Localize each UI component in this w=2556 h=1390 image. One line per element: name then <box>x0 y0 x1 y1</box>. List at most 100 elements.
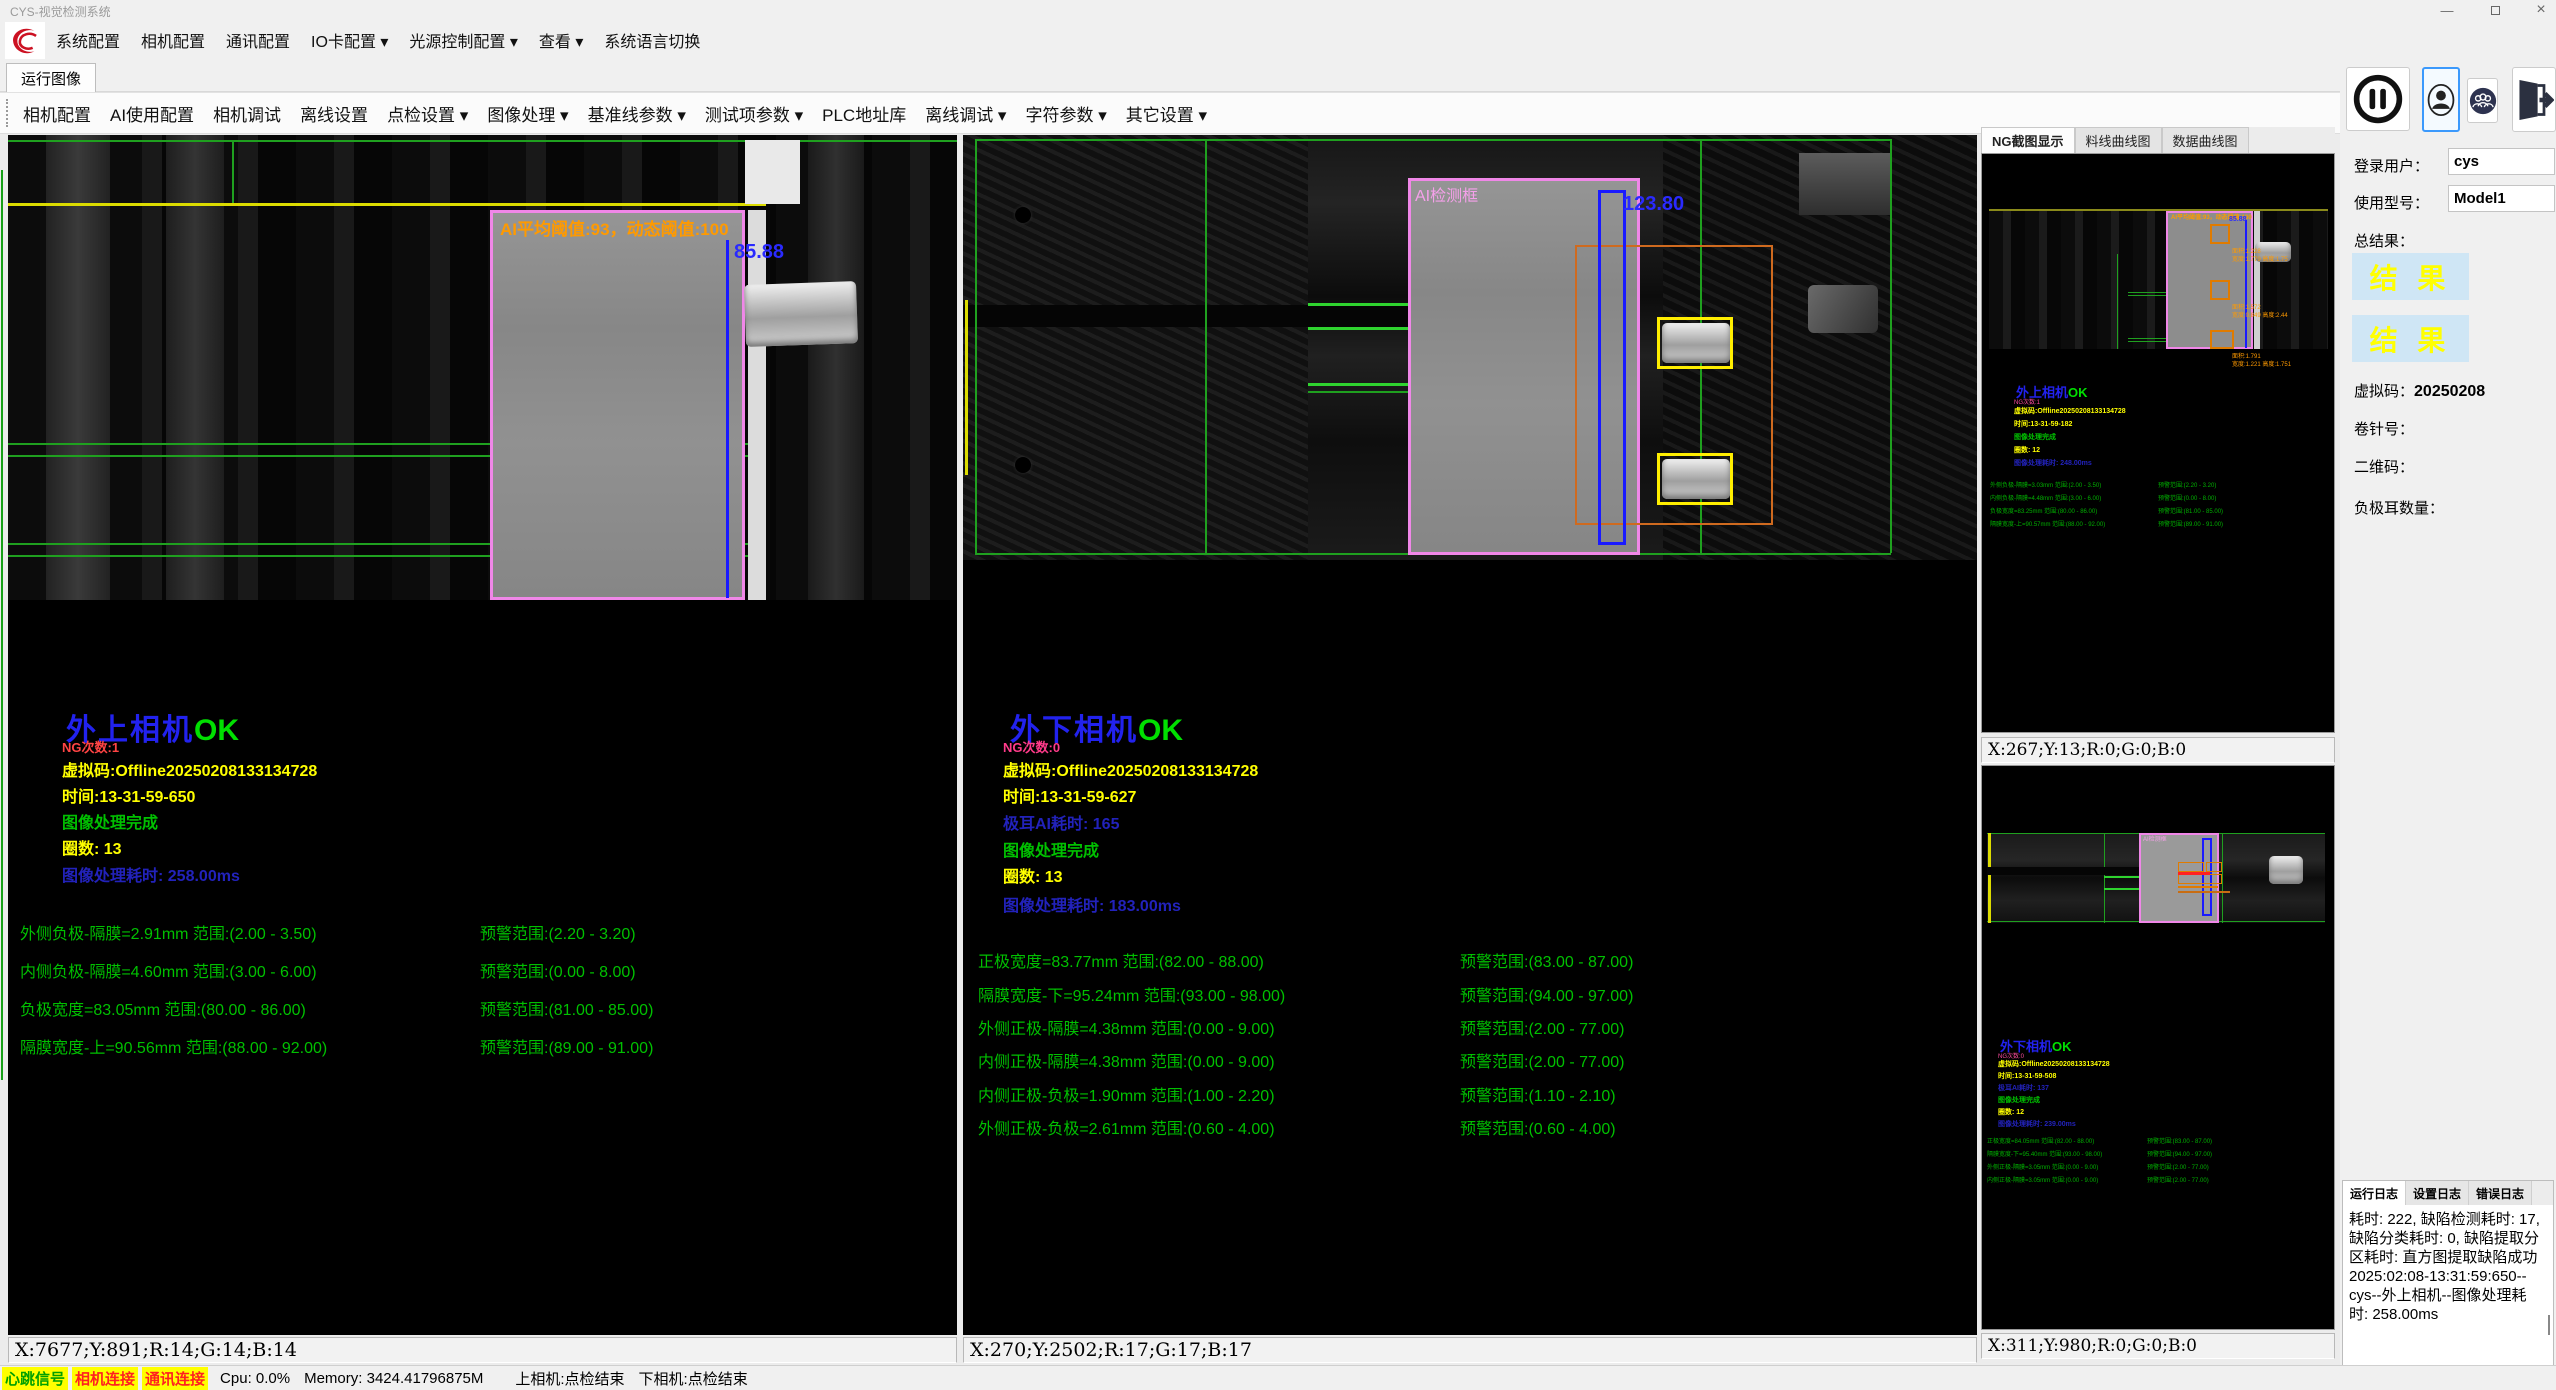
logout-button[interactable] <box>2512 67 2556 132</box>
toolbar-image-processing[interactable]: 图像处理 ▾ <box>487 101 568 126</box>
thumb2-tab-ai-time: 极耳AI耗时: 137 <box>1998 1083 2049 1093</box>
metal-blob-mini <box>2269 856 2303 884</box>
ng-thumbnail-upper[interactable]: AI平均阈值:93，动态阈值:100 85.88 面积:1.228 宽度:1.7… <box>1981 153 2335 733</box>
toolbar-camera-debug[interactable]: 相机调试 <box>213 101 281 126</box>
users-group-icon <box>2469 87 2497 115</box>
toolbar-spot-check-setting[interactable]: 点检设置 ▾ <box>387 101 468 126</box>
defect-box-mini <box>2210 224 2230 244</box>
yellow-tab-box <box>1657 317 1733 369</box>
ng-thumbnail-lower[interactable]: AI检测框 外下相机OK NG次数:0 虚拟码:Offline202502081… <box>1981 765 2335 1330</box>
defect-box-mini <box>2210 330 2234 349</box>
tab-ng-screenshot[interactable]: NG截图显示 <box>1981 127 2075 153</box>
menu-item-language-switch[interactable]: 系统语言切换 <box>604 28 700 52</box>
log-scrollbar[interactable] <box>2548 1315 2550 1335</box>
restore-button[interactable] <box>2478 0 2512 20</box>
machine-texture-left <box>963 135 1308 560</box>
close-button[interactable]: × <box>2524 0 2556 20</box>
process-time-text: 图像处理耗时: 183.00ms <box>1003 892 1181 916</box>
defect-label: 宽度:1.779 高度:1.75 <box>2232 254 2288 263</box>
measurement-text: 内侧正极-负极=1.90mm 范围:(1.00 - 2.20) <box>978 1088 1275 1105</box>
ai-box-label: AI检测框 <box>1415 182 1478 206</box>
toolbar-test-item-params[interactable]: 测试项参数 ▾ <box>705 101 803 126</box>
total-result-label: 总结果： <box>2354 230 2414 251</box>
camera-left-image[interactable]: AI平均阈值:93，动态阈值:100 85.88 <box>8 135 957 600</box>
toolbar-other-settings[interactable]: 其它设置 ▾ <box>1126 101 1207 126</box>
loop-count-text: 圈数: 13 <box>1003 863 1063 887</box>
toolbar-plc-address-lib[interactable]: PLC地址库 <box>822 101 906 126</box>
defect-box-mini <box>2178 874 2222 884</box>
thumb2-result: OK <box>2052 1039 2072 1054</box>
camera-left-coord-bar: X:7677;Y:891;R:14;G:14;B:14 <box>8 1337 957 1363</box>
thumb-measure-warn: 预警范围:(94.00 - 97.00) <box>2147 1149 2212 1158</box>
tab-ai-time-text: 极耳AI耗时: 165 <box>1003 810 1119 834</box>
toolbar-camera-config[interactable]: 相机配置 <box>23 101 91 126</box>
measurement-row: 负极宽度=83.05mm 范围:(80.00 - 86.00) 预警范围:(81… <box>20 996 960 1020</box>
green-guide-line <box>2222 833 2223 923</box>
tab-run-image[interactable]: 运行图像 <box>6 63 96 92</box>
orange-mark-mini <box>2178 891 2230 893</box>
red-mark-mini <box>2178 872 2210 875</box>
machine-highlight <box>1808 285 1878 333</box>
camera-link-badge: 相机连接 <box>72 1367 138 1390</box>
thumb-measure-warn: 预警范围:(89.00 - 91.00) <box>2158 519 2223 528</box>
bolt-hole <box>1015 207 1031 223</box>
user-button[interactable] <box>2422 67 2460 132</box>
thumb-measure-text: 内侧负极-隔膜=4.48mm 范围:(3.00 - 6.00) <box>1990 496 2101 502</box>
thumb1-result: OK <box>2068 385 2088 400</box>
blue-line-mini <box>2245 220 2247 348</box>
log-content[interactable]: 耗时: 222, 缺陷检测耗时: 17, 缺陷分类耗时: 0, 缺陷提取分区耗时… <box>2343 1205 2553 1367</box>
app-window: CYS-视觉检测系统 — × 系统配置 相机配置 通讯配置 IO卡配置 ▾ 光源… <box>0 0 2556 1390</box>
toolbar-offline-setting[interactable]: 离线设置 <box>300 101 368 126</box>
menu-item-light-control-config[interactable]: 光源控制配置 ▾ <box>409 28 517 52</box>
login-user-field[interactable]: cys <box>2448 148 2555 175</box>
coord-readout: X:7677;Y:891;R:14;G:14;B:14 <box>15 1339 297 1361</box>
measurement-row: 隔膜宽度-下=95.24mm 范围:(93.00 - 98.00) 预警范围:(… <box>978 982 1918 1006</box>
pause-icon <box>2351 72 2405 126</box>
thumb-measure-row: 隔膜宽度-下=95.40mm 范围:(93.00 - 98.00) 预警范围:(… <box>1987 1149 2102 1158</box>
tab-run-log[interactable]: 运行日志 <box>2343 1181 2406 1205</box>
electrode-region-box <box>490 210 745 600</box>
menu-item-view[interactable]: 查看 ▾ <box>539 28 583 52</box>
restore-icon <box>2491 6 2500 15</box>
bright-strip <box>748 210 766 600</box>
measurement-row: 内侧正极-负极=1.90mm 范围:(1.00 - 2.20) 预警范围:(1.… <box>978 1082 1918 1106</box>
cpu-usage-text: Cpu: 0.0% <box>220 1370 290 1387</box>
blue-measure-box <box>1598 190 1626 545</box>
coord-readout: X:311;Y:980;R:0;G:0;B:0 <box>1988 1336 2197 1356</box>
pause-button[interactable] <box>2346 67 2410 131</box>
thumb2-virtual-code: 虚拟码:Offline20250208133134728 <box>1998 1059 2110 1069</box>
toolbar-offline-debug[interactable]: 离线调试 ▾ <box>925 101 1006 126</box>
metal-tab-blob <box>1662 459 1730 499</box>
thumb-measure-warn: 预警范围:(2.00 - 77.00) <box>2147 1162 2209 1171</box>
result-text: 结 果 <box>2370 319 2452 359</box>
tab-data-curve[interactable]: 数据曲线图 <box>2162 127 2249 153</box>
thumb-measure-text: 正极宽度=84.05mm 范围:(82.00 - 88.00) <box>1987 1139 2094 1145</box>
menu-item-system-config[interactable]: 系统配置 <box>56 28 120 52</box>
users-button[interactable] <box>2467 78 2498 123</box>
measurement-row: 外侧正极-隔膜=4.38mm 范围:(0.00 - 9.00) 预警范围:(2.… <box>978 1015 1918 1039</box>
ng-count-text: NG次数:0 <box>1003 737 1060 756</box>
toolbar-char-params[interactable]: 字符参数 ▾ <box>1025 101 1106 126</box>
right-sidebar: 登录用户： cys 使用型号： Model1 总结果： 结 果 结 果 虚拟码：… <box>2340 20 2556 1365</box>
measurement-row: 内侧正极-隔膜=4.38mm 范围:(0.00 - 9.00) 预警范围:(2.… <box>978 1048 1918 1072</box>
measurement-text: 正极宽度=83.77mm 范围:(82.00 - 88.00) <box>978 954 1264 971</box>
model-field[interactable]: Model1 <box>2448 185 2555 212</box>
measurement-text: 外侧负极-隔膜=2.91mm 范围:(2.00 - 3.50) <box>20 926 317 943</box>
toolbar-baseline-params[interactable]: 基准线参数 ▾ <box>588 101 686 126</box>
thumb2-image: AI检测框 <box>1987 833 2325 923</box>
toolbar-ai-use-config[interactable]: AI使用配置 <box>110 101 194 126</box>
tab-line-curve[interactable]: 料线曲线图 <box>2075 127 2162 153</box>
defect-label: 宽度:0.849 高度:2.44 <box>2232 310 2288 319</box>
ng-count-text: NG次数:1 <box>62 737 119 756</box>
camera-mid-image[interactable]: AI检测框 123.80 <box>963 135 1977 560</box>
measurement-row: 隔膜宽度-上=90.56mm 范围:(88.00 - 92.00) 预警范围:(… <box>20 1034 960 1058</box>
menu-item-io-card-config[interactable]: IO卡配置 ▾ <box>311 28 388 52</box>
minimize-button[interactable]: — <box>2430 0 2464 20</box>
menu-item-comm-config[interactable]: 通讯配置 <box>226 28 290 52</box>
measurement-row: 外侧负极-隔膜=2.91mm 范围:(2.00 - 3.50) 预警范围:(2.… <box>20 920 960 944</box>
olive-line <box>1989 209 2328 211</box>
tab-error-log[interactable]: 错误日志 <box>2469 1181 2532 1205</box>
ng-thumb1-coord-bar: X:267;Y:13;R:0;G:0;B:0 <box>1981 737 2335 763</box>
tab-settings-log[interactable]: 设置日志 <box>2406 1181 2469 1205</box>
menu-item-camera-config[interactable]: 相机配置 <box>141 28 205 52</box>
